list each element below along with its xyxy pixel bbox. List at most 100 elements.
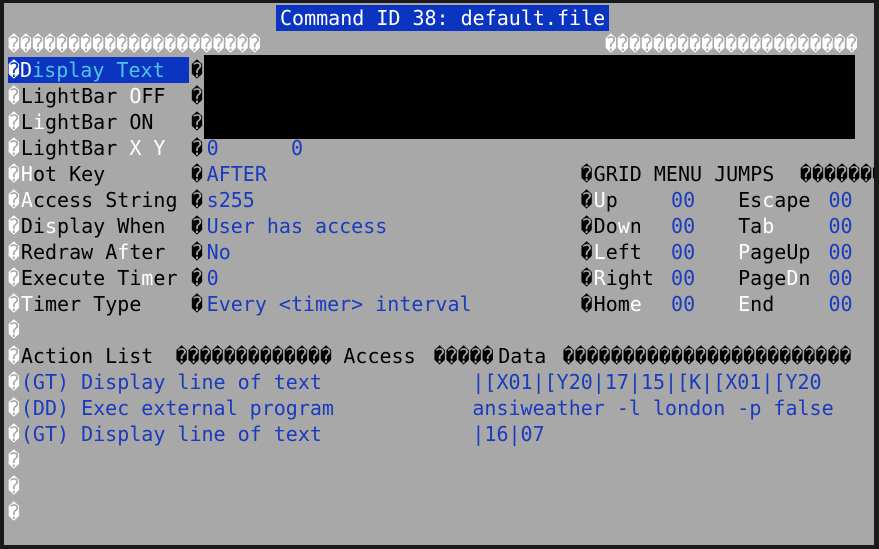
frame-border-right: �	[875, 317, 879, 343]
field-separator-icon: �	[191, 136, 204, 160]
frame-border-left: �	[8, 188, 21, 212]
field-label[interactable]: LightBar X Y	[21, 135, 166, 161]
jump-value-end[interactable]: 00	[828, 291, 852, 317]
frame-border-left: �	[8, 266, 21, 290]
frame-border-left: �	[8, 396, 21, 420]
frame-border-right: �	[875, 213, 879, 239]
action-list-header-data: Data	[498, 344, 547, 368]
field-value[interactable]: 0 0	[207, 135, 303, 161]
field-label[interactable]: Hot Key	[21, 161, 105, 187]
frame-border-left: �	[8, 240, 21, 264]
field-separator-icon: �	[191, 266, 204, 290]
field-value[interactable]: s255	[207, 187, 255, 213]
frame-border-right: �	[875, 499, 879, 525]
field-separator-icon: �	[191, 292, 204, 316]
jump-value-escape[interactable]: 00	[828, 187, 852, 213]
frame-border-right: �	[875, 109, 879, 135]
frame-border-left: �	[8, 318, 21, 342]
jump-value-right[interactable]: 00	[671, 265, 695, 291]
field-value[interactable]: No	[207, 239, 231, 265]
action-row-data[interactable]: ansiweather -l london -p false	[472, 395, 833, 421]
frame-border-right: �	[875, 447, 879, 473]
window-title: Command ID 38: default.file	[276, 5, 610, 31]
window-accent-bar	[4, 0, 874, 3]
frame-border-left: �	[8, 292, 21, 316]
field-separator-icon: �	[191, 84, 204, 108]
action-list-rule-1: �������������	[175, 344, 333, 368]
title-border-left: ���������������������	[8, 32, 261, 56]
action-row-label[interactable]: (GT) Display line of text	[21, 421, 322, 447]
jump-separator-icon: �	[580, 292, 593, 316]
jump-value-down[interactable]: 00	[671, 213, 695, 239]
field-separator-icon: �	[191, 110, 204, 134]
frame-border-left: �	[8, 136, 21, 160]
jump-label-right[interactable]: Right	[594, 265, 654, 291]
frame-border-left: �	[8, 370, 21, 394]
frame-border-left: �	[8, 344, 21, 368]
field-label[interactable]: Display When	[21, 213, 166, 239]
jump-label-left[interactable]: Left	[594, 239, 642, 265]
jump-value-pageup[interactable]: 00	[828, 239, 852, 265]
frame-border-left: �	[8, 214, 21, 238]
frame-border-right: �	[875, 239, 879, 265]
field-value[interactable]: User has access	[207, 213, 388, 239]
jump-value-home[interactable]: 00	[671, 291, 695, 317]
frame-border-left: �	[8, 162, 21, 186]
frame-border-right: �	[875, 187, 879, 213]
frame-border-left: �	[8, 32, 21, 56]
frame-border-right: �	[875, 135, 879, 161]
frame-border-right: �	[875, 343, 879, 369]
jump-label-down[interactable]: Down	[594, 213, 642, 239]
jump-label-up[interactable]: Up	[594, 187, 618, 213]
field-value[interactable]: AFTER	[207, 161, 267, 187]
frame-border-left: �	[8, 84, 21, 108]
action-row-data[interactable]: |[X01|[Y20|17|15|[K|[X01|[Y20	[472, 369, 821, 395]
jump-label-pagedn[interactable]: PageDn	[738, 265, 810, 291]
action-row-label[interactable]: (GT) Display line of text	[21, 369, 322, 395]
action-row-data[interactable]: |16|07	[472, 421, 544, 447]
frame-border-left: �	[8, 110, 21, 134]
jump-label-end[interactable]: End	[738, 291, 774, 317]
frame-border-left: �	[8, 500, 21, 524]
jump-label-escape[interactable]: Escape	[738, 187, 810, 213]
frame-border-left: �	[8, 448, 21, 472]
grid-menu-jumps-title: GRID MENU JUMPS	[593, 162, 775, 186]
field-label[interactable]: Execute Timer	[21, 265, 178, 291]
field-separator-icon: �	[191, 162, 204, 186]
title-border-right: ���������������������	[605, 32, 858, 56]
jump-value-pagedn[interactable]: 00	[828, 265, 852, 291]
frame-border-right: �	[875, 291, 879, 317]
title-bar: ���������������������	[8, 5, 261, 56]
field-value[interactable]: Every <timer> interval	[207, 291, 472, 317]
frame-border-right: �	[875, 369, 879, 395]
field-label[interactable]: Access String	[21, 187, 178, 213]
jump-value-up[interactable]: 00	[671, 187, 695, 213]
action-row-label[interactable]: (DD) Exec external program	[21, 395, 334, 421]
action-list-rule-3: ������������������������	[562, 344, 852, 368]
field-row-selected[interactable]: �Display Text	[8, 57, 189, 83]
jump-label-home[interactable]: Home	[594, 291, 642, 317]
field-label[interactable]: LightBar ON	[21, 109, 154, 135]
jump-separator-icon: �	[580, 240, 593, 264]
frame-border-right: �	[875, 265, 879, 291]
frame-border-right: �	[875, 395, 879, 421]
field-separator-icon: �	[191, 58, 204, 82]
frame-border-right: �	[875, 31, 879, 57]
frame-border-left: �	[8, 474, 21, 498]
field-separator-icon: �	[191, 240, 204, 264]
frame-border-right: �	[875, 161, 879, 187]
frame-border-right: �	[875, 57, 879, 83]
field-separator-icon: �	[191, 214, 204, 238]
display-text-edit-area[interactable]	[204, 55, 855, 139]
jump-label-tab[interactable]: Tab	[738, 213, 774, 239]
jump-separator-icon: �	[580, 188, 593, 212]
jump-value-tab[interactable]: 00	[828, 213, 852, 239]
jump-value-left[interactable]: 00	[671, 239, 695, 265]
jump-separator-icon: �	[580, 214, 593, 238]
field-value[interactable]: 0	[207, 265, 219, 291]
panel-separator-icon: �	[580, 162, 593, 186]
jump-label-pageup[interactable]: PageUp	[738, 239, 810, 265]
field-label[interactable]: Redraw After	[21, 239, 166, 265]
field-label[interactable]: Timer Type	[21, 291, 141, 317]
field-label[interactable]: LightBar OFF	[21, 83, 166, 109]
